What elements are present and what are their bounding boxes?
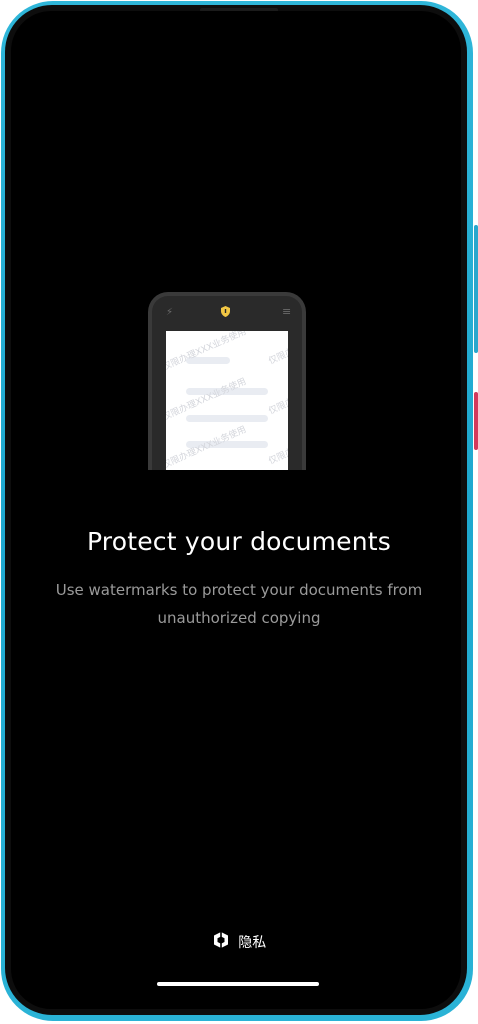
privacy-shield-icon	[212, 931, 230, 953]
flash-icon: ⚡	[166, 307, 174, 318]
watermark-text: 仅限办理XXX业务使用	[267, 420, 288, 467]
document-line	[186, 415, 268, 422]
shield-icon	[221, 306, 230, 320]
volume-button	[474, 225, 478, 353]
page-description: Use watermarks to protect your documents…	[55, 581, 423, 627]
document-illustration: ⚡ ≡ 仅限办理XXX业务使用 仅限办理XXX业务使用 仅限办理XXX业务使用 …	[148, 292, 306, 470]
illustration-statusbar: ⚡ ≡	[152, 304, 302, 322]
brand-label: 隐私	[238, 935, 267, 951]
device-mockup: ⚡ ≡ 仅限办理XXX业务使用 仅限办理XXX业务使用 仅限办理XXX业务使用 …	[0, 0, 478, 1024]
home-indicator[interactable]	[157, 982, 319, 986]
watermarked-document: 仅限办理XXX业务使用 仅限办理XXX业务使用 仅限办理XXX业务使用 仅限办理…	[166, 331, 288, 470]
watermark-text: 仅限办理XXX业务使用	[267, 370, 288, 417]
brand-footer: 隐私	[0, 931, 478, 953]
power-button	[474, 392, 478, 450]
watermark-text: 仅限办理XXX业务使用	[267, 331, 288, 367]
watermark-text: 仅限办理XXX业务使用	[166, 331, 248, 373]
illustration-phone-screen: ⚡ ≡ 仅限办理XXX业务使用 仅限办理XXX业务使用 仅限办理XXX业务使用 …	[152, 296, 302, 470]
screen	[11, 11, 461, 1009]
menu-icon: ≡	[282, 305, 292, 318]
page-title: Protect your documents	[86, 527, 392, 556]
